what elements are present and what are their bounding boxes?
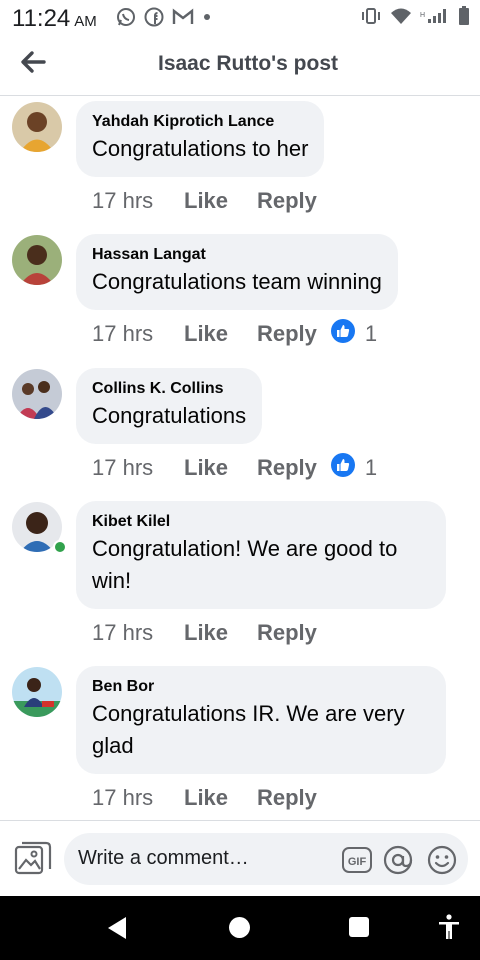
vibrate-icon	[360, 7, 382, 30]
comment-placeholder: Write a comment…	[78, 847, 249, 869]
gmail-icon	[172, 8, 194, 26]
svg-text:GIF: GIF	[348, 856, 367, 868]
svg-text:H: H	[420, 12, 425, 19]
comment-time[interactable]: 17 hrs	[92, 620, 184, 646]
reply-button[interactable]: Reply	[257, 455, 317, 481]
comment-bubble[interactable]: Hassan Langat Congratulations team winni…	[76, 234, 398, 310]
comment-actions: 17 hrs Like Reply	[92, 186, 317, 216]
whatsapp-icon	[116, 7, 136, 27]
like-button[interactable]: Like	[184, 455, 257, 481]
comment-author[interactable]: Yahdah Kiprotich Lance	[92, 112, 308, 132]
comment-text: Congratulations	[92, 403, 247, 428]
photo-icon[interactable]	[14, 841, 52, 877]
page-title: Isaac Rutto's post	[157, 52, 339, 75]
battery-icon	[458, 6, 470, 31]
comment-text: Congratulation! We are good to win!	[92, 536, 398, 593]
comment-author[interactable]: Ben Bor	[92, 677, 430, 697]
nav-recents-icon[interactable]	[349, 917, 369, 937]
app-header: Isaac Rutto's post	[0, 36, 480, 96]
comment-text: Congratulations IR. We are very glad	[92, 701, 405, 758]
emoji-icon[interactable]	[426, 844, 458, 876]
comment-text: Congratulations team winning	[92, 269, 382, 294]
reply-button[interactable]: Reply	[257, 188, 317, 214]
nav-back-icon[interactable]	[106, 916, 128, 945]
dot-icon	[202, 12, 212, 22]
comment-composer: Write a comment… GIF	[0, 820, 480, 896]
facebook-icon	[144, 7, 164, 27]
like-reaction-icon	[330, 319, 355, 349]
reaction-summary[interactable]: 1	[330, 453, 378, 483]
comment-author[interactable]: Collins K. Collins	[92, 379, 246, 399]
comment-author[interactable]: Hassan Langat	[92, 245, 382, 265]
comment-input[interactable]: Write a comment… GIF	[64, 833, 468, 885]
like-button[interactable]: Like	[184, 188, 257, 214]
signal-icon: H	[420, 7, 450, 30]
status-bar: 11:24 AM H	[0, 0, 480, 36]
comment-time[interactable]: 17 hrs	[92, 455, 184, 481]
comment-author[interactable]: Kibet Kilel	[92, 512, 430, 532]
comment-bubble[interactable]: Collins K. Collins Congratulations	[76, 368, 263, 444]
reaction-summary[interactable]: 1	[330, 319, 378, 349]
avatar[interactable]	[12, 102, 62, 152]
reply-button[interactable]: Reply	[257, 785, 317, 811]
like-button[interactable]: Like	[184, 785, 257, 811]
avatar[interactable]	[12, 667, 62, 717]
reaction-count: 1	[364, 455, 378, 480]
accessibility-icon[interactable]	[438, 914, 460, 945]
reply-button[interactable]: Reply	[257, 620, 317, 646]
online-status-icon	[53, 540, 67, 554]
wifi-icon	[390, 7, 412, 30]
comment-time[interactable]: 17 hrs	[92, 188, 184, 214]
comment-actions: 17 hrs Like Reply	[92, 783, 317, 813]
comment-list: Yahdah Kiprotich Lance Congratulations t…	[0, 97, 480, 820]
clock-time: 11:24	[12, 5, 71, 32]
like-reaction-icon	[330, 453, 355, 483]
reply-button[interactable]: Reply	[257, 321, 317, 347]
avatar[interactable]	[12, 369, 62, 419]
comment-text: Congratulations to her	[92, 136, 309, 161]
gif-icon[interactable]: GIF	[341, 844, 373, 876]
status-time: 11:24 AM	[12, 5, 97, 33]
comment-time[interactable]: 17 hrs	[92, 321, 184, 347]
nav-home-icon[interactable]	[229, 917, 250, 938]
reaction-count: 1	[364, 321, 378, 346]
like-button[interactable]: Like	[184, 620, 257, 646]
like-button[interactable]: Like	[184, 321, 257, 347]
navigation-bar	[0, 896, 480, 960]
comment-bubble[interactable]: Kibet Kilel Congratulation! We are good …	[76, 501, 446, 609]
avatar[interactable]	[12, 235, 62, 285]
comment-time[interactable]: 17 hrs	[92, 785, 184, 811]
mention-icon[interactable]	[382, 844, 414, 876]
comment-actions: 17 hrs Like Reply	[92, 618, 317, 648]
comment-bubble[interactable]: Yahdah Kiprotich Lance Congratulations t…	[76, 101, 325, 177]
clock-ampm: AM	[74, 13, 97, 30]
comment-bubble[interactable]: Ben Bor Congratulations IR. We are very …	[76, 666, 446, 774]
comment-actions: 17 hrs Like Reply 1	[92, 453, 377, 483]
comment-actions: 17 hrs Like Reply 1	[92, 319, 377, 349]
